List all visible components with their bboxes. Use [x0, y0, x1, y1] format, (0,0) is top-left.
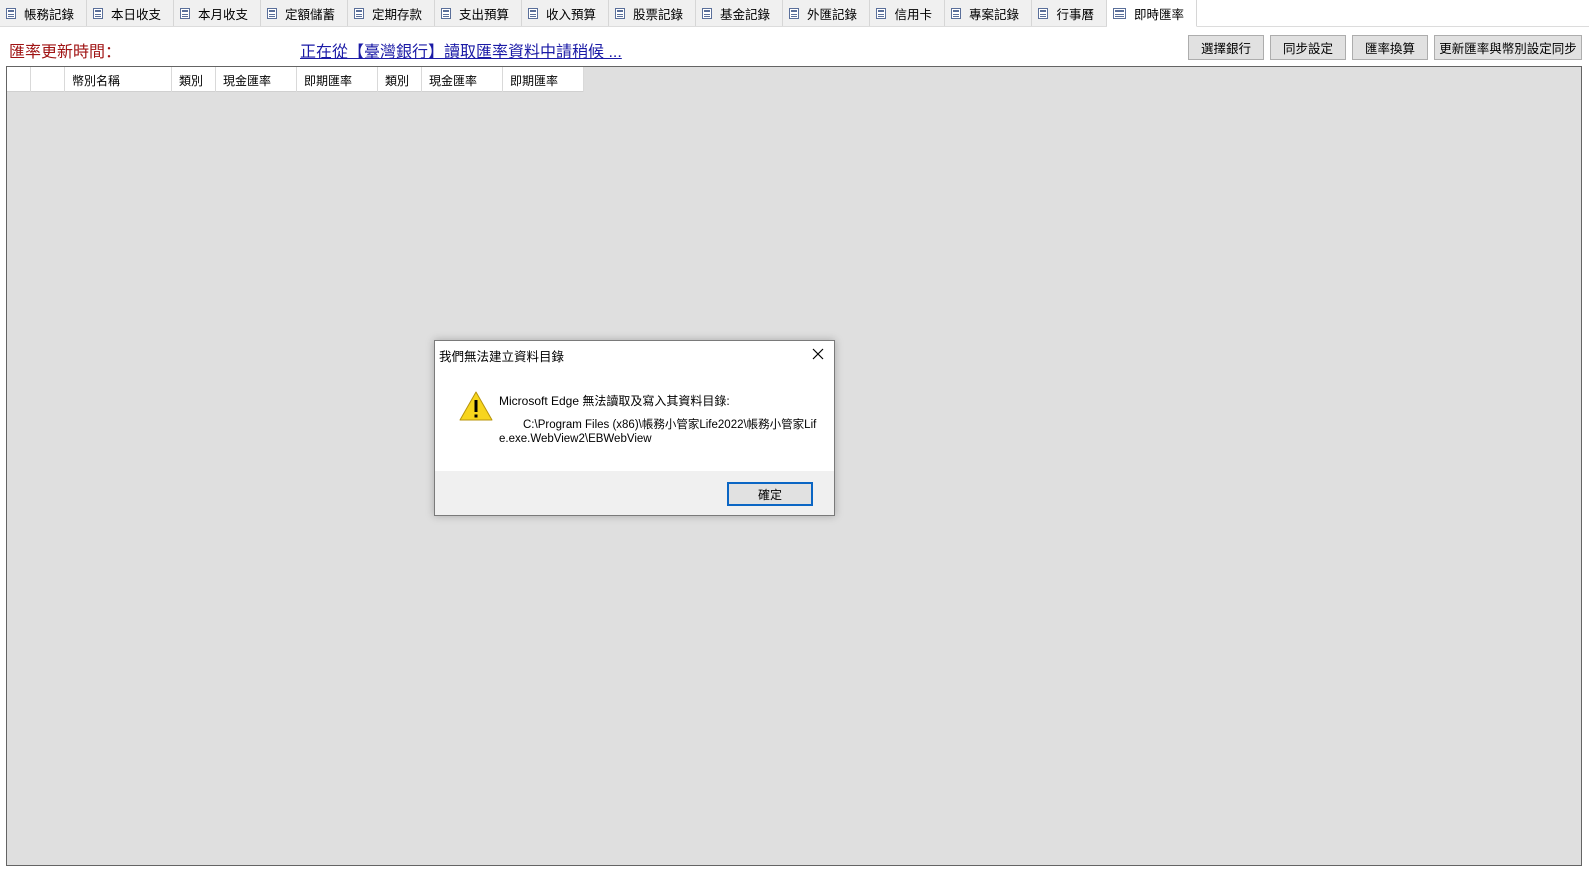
table-icon [789, 7, 799, 19]
tab-label: 專案記錄 [968, 7, 1019, 22]
table-icon [951, 7, 961, 19]
update-rate-sync-button[interactable]: 更新匯率與幣別設定同步 [1434, 35, 1582, 60]
table-icon [354, 7, 364, 19]
grid-col-cash-rate[interactable]: 現金匯率 [216, 67, 297, 92]
tab-live-exchange-rate[interactable]: 即時匯率 [1107, 0, 1197, 27]
tab-fund-records[interactable]: 基金記錄 [696, 0, 783, 26]
tab-label: 收入預算 [545, 7, 596, 22]
tab-label: 外匯記錄 [806, 7, 857, 22]
tab-calendar[interactable]: 行事曆 [1032, 0, 1107, 26]
error-dialog: 我們無法建立資料目錄 Microsoft Edge 無法讀取及寫入其資料目錄: … [434, 340, 835, 516]
table-icon [615, 7, 625, 19]
tab-project-records[interactable]: 專案記錄 [945, 0, 1032, 26]
tab-income-budget[interactable]: 收入預算 [522, 0, 609, 26]
dialog-body: Microsoft Edge 無法讀取及寫入其資料目錄: C:\Program … [435, 369, 834, 471]
table-icon [267, 7, 277, 19]
dialog-title-bar: 我們無法建立資料目錄 [435, 341, 834, 369]
tab-label: 本月收支 [197, 7, 248, 22]
grid-col-spot-rate[interactable]: 即期匯率 [297, 67, 378, 92]
dialog-message: Microsoft Edge 無法讀取及寫入其資料目錄: [499, 394, 730, 408]
warning-icon [459, 391, 493, 421]
dialog-title: 我們無法建立資料目錄 [439, 350, 565, 364]
tab-fixed-savings[interactable]: 定額儲蓄 [261, 0, 348, 26]
tab-credit-card[interactable]: 信用卡 [870, 0, 945, 26]
dialog-path-text: C:\Program Files (x86)\帳務小管家Life2022\帳務小… [499, 419, 817, 445]
select-bank-button[interactable]: 選擇銀行 [1188, 35, 1264, 60]
table-icon [702, 7, 712, 19]
table-icon [1038, 7, 1049, 19]
grid-col-type[interactable]: 類別 [172, 67, 216, 92]
table-icon [528, 7, 538, 19]
table-icon [1113, 7, 1126, 19]
tab-label: 即時匯率 [1133, 7, 1184, 22]
tab-expense-budget[interactable]: 支出預算 [435, 0, 522, 26]
ok-button[interactable]: 確定 [727, 482, 813, 506]
tab-label: 帳務記錄 [23, 7, 74, 22]
tab-label: 股票記錄 [632, 7, 683, 22]
table-icon [876, 7, 887, 19]
grid-col-select[interactable] [7, 67, 31, 92]
sync-settings-button[interactable]: 同步設定 [1270, 35, 1346, 60]
rate-update-time-label: 匯率更新時間： [9, 44, 122, 61]
tab-stock-records[interactable]: 股票記錄 [609, 0, 696, 26]
loading-status-link[interactable]: 正在從【臺灣銀行】讀取匯率資料中請稍候 ... [300, 38, 622, 62]
tab-label: 定期存款 [371, 7, 422, 22]
info-bar: 匯率更新時間： 正在從【臺灣銀行】讀取匯率資料中請稍候 ... 選擇銀行 同步設… [0, 28, 1589, 64]
tab-accounting-records[interactable]: 帳務記錄 [0, 0, 87, 26]
table-icon [93, 7, 103, 19]
dialog-close-button[interactable] [808, 344, 828, 364]
table-icon [441, 7, 451, 19]
tab-forex-records[interactable]: 外匯記錄 [783, 0, 870, 26]
dialog-path: C:\Program Files (x86)\帳務小管家Life2022\帳務小… [499, 418, 819, 446]
grid-col-spot-rate-2[interactable]: 即期匯率 [503, 67, 584, 92]
tab-label: 基金記錄 [719, 7, 770, 22]
tab-label: 信用卡 [894, 7, 932, 22]
table-icon [180, 7, 190, 19]
tab-time-deposit[interactable]: 定期存款 [348, 0, 435, 26]
tab-label: 支出預算 [458, 7, 509, 22]
rate-convert-button[interactable]: 匯率換算 [1352, 35, 1428, 60]
grid-header: 幣別名稱 類別 現金匯率 即期匯率 類別 現金匯率 即期匯率 [7, 67, 584, 92]
tab-bar: 帳務記錄 本日收支 本月收支 定額儲蓄 定期存款 支出預算 收入預算 股票記錄 … [0, 0, 1589, 27]
tabs: 帳務記錄 本日收支 本月收支 定額儲蓄 定期存款 支出預算 收入預算 股票記錄 … [0, 0, 1589, 27]
tab-monthly-income[interactable]: 本月收支 [174, 0, 261, 26]
tab-label: 本日收支 [110, 7, 161, 22]
tab-label: 定額儲蓄 [284, 7, 335, 22]
grid-col-currency-name[interactable]: 幣別名稱 [65, 67, 172, 92]
grid-col-cash-rate-2[interactable]: 現金匯率 [422, 67, 503, 92]
grid-col-flag[interactable] [31, 67, 65, 92]
close-icon [812, 348, 824, 360]
tab-label: 行事曆 [1056, 7, 1094, 22]
grid-col-type-2[interactable]: 類別 [378, 67, 422, 92]
tab-daily-income[interactable]: 本日收支 [87, 0, 174, 26]
table-icon [6, 7, 16, 19]
